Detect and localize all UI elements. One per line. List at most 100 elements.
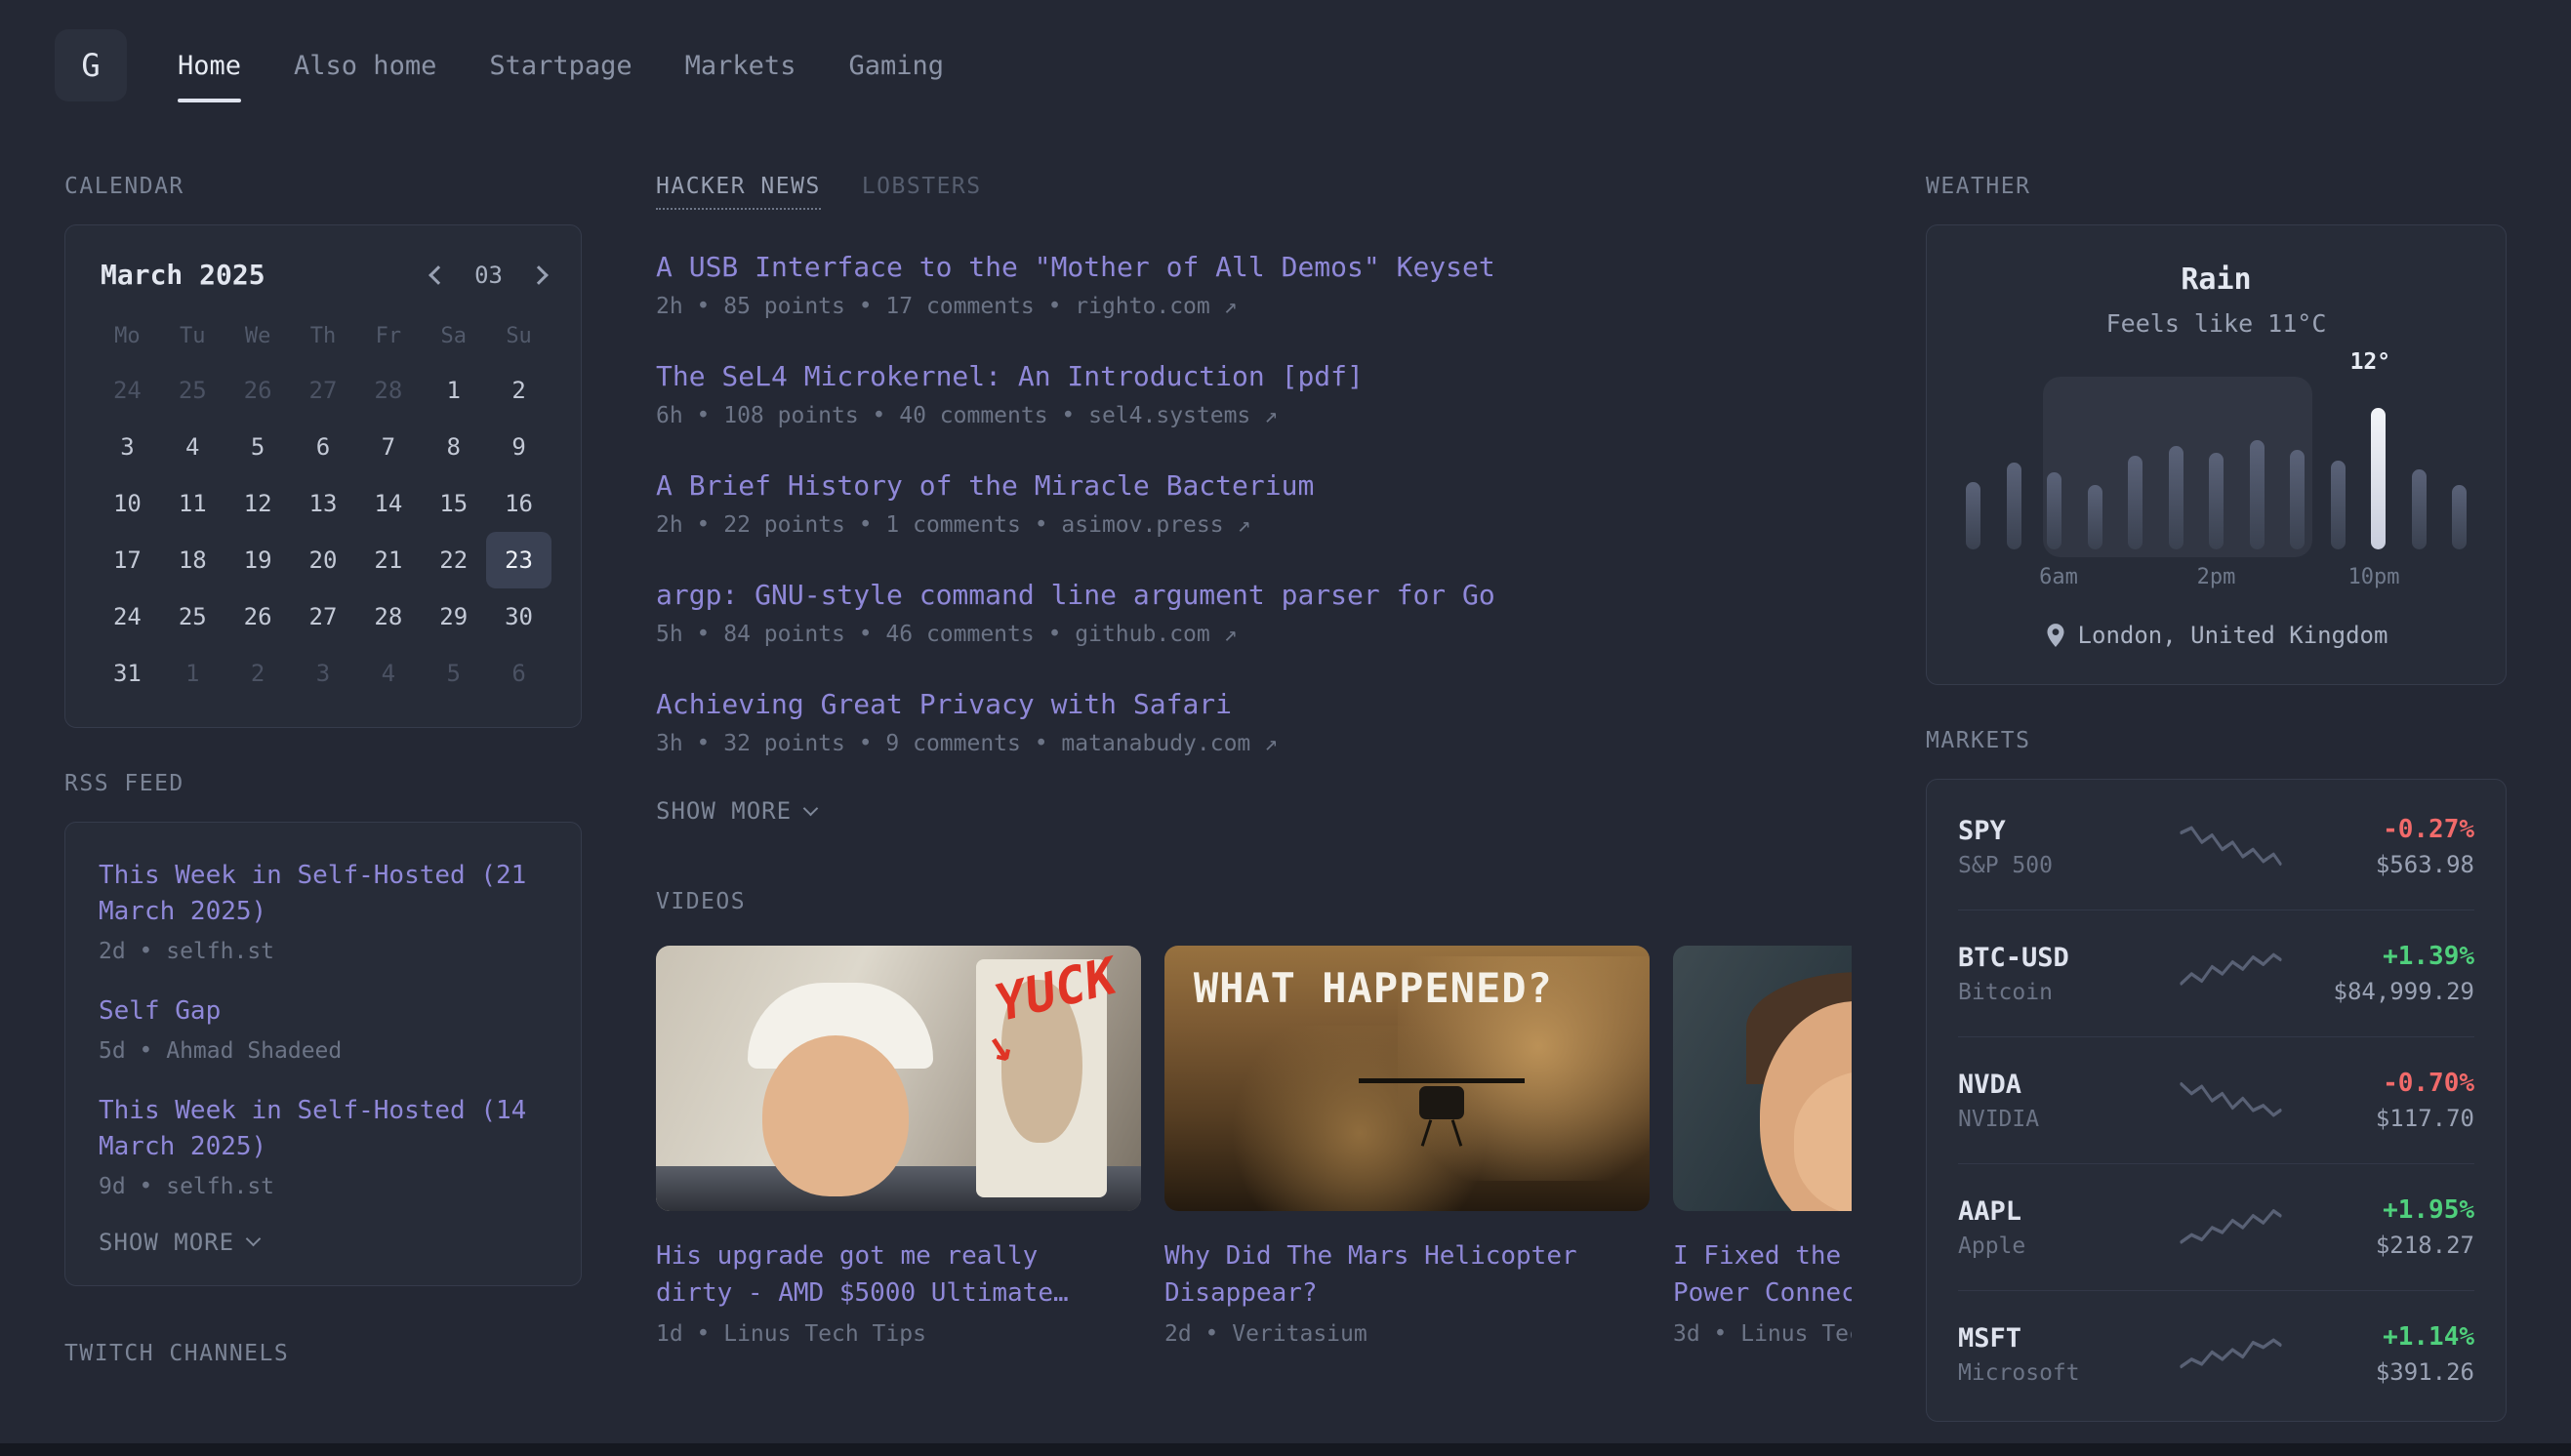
location-pin-icon: [2045, 623, 2066, 648]
video-card: YUCK ↘ His upgrade got me really dirty -…: [656, 946, 1141, 1347]
calendar-day: 31: [95, 645, 160, 702]
nav-tab-home[interactable]: Home: [178, 51, 241, 81]
market-row-btc-usd[interactable]: BTC-USD Bitcoin +1.39% $84,999.29: [1958, 910, 2474, 1036]
weather-bar: [2290, 450, 2305, 549]
market-price: $84,999.29: [2304, 978, 2474, 1005]
story-meta-text: 6h • 108 points • 40 comments • sel4.sys…: [656, 403, 1250, 428]
weather-location-text: London, United Kingdom: [2078, 622, 2388, 649]
calendar-day: 26: [225, 362, 291, 419]
calendar-day: 20: [291, 532, 356, 588]
video-meta: 3d • Linus Tec: [1673, 1321, 1852, 1347]
twitch-widget-label: TWITCH CHANNELS: [64, 1341, 582, 1366]
weather-time-label: 2pm: [2197, 565, 2236, 589]
story-meta: 2h • 22 points • 1 comments • asimov.pre…: [656, 512, 1852, 538]
story-meta: 2h • 85 points • 17 comments • righto.co…: [656, 294, 1852, 319]
calendar-day: 28: [355, 362, 421, 419]
tab-lobsters[interactable]: LOBSTERS: [862, 174, 982, 210]
story-item: Achieving Great Privacy with Safari 3h •…: [656, 688, 1852, 756]
feed-item: Self Gap 5d • Ahmad Shadeed: [99, 993, 548, 1064]
market-price: $218.27: [2304, 1232, 2474, 1259]
weather-condition: Rain: [1960, 263, 2472, 297]
story-link[interactable]: Achieving Great Privacy with Safari: [656, 688, 1852, 720]
story-link[interactable]: A USB Interface to the "Mother of All De…: [656, 251, 1852, 283]
feed-item-link[interactable]: This Week in Self-Hosted (14 March 2025): [99, 1093, 548, 1165]
video-title-line: I Fixed the 5: [1673, 1238, 1852, 1275]
calendar-day: 16: [486, 475, 551, 532]
calendar-day: 28: [355, 588, 421, 645]
video-thumbnail[interactable]: WHAT HAPPENED?: [1164, 946, 1650, 1211]
calendar-widget-label: CALENDAR: [64, 174, 582, 199]
window-bottom-edge: [0, 1443, 2571, 1456]
story-link[interactable]: The SeL4 Microkernel: An Introduction [p…: [656, 360, 1852, 392]
weekday-label: Sa: [421, 316, 486, 362]
story-item: argp: GNU-style command line argument pa…: [656, 579, 1852, 647]
nav-tabs: Home Also home Startpage Markets Gaming: [178, 51, 944, 81]
calendar-day: 5: [225, 419, 291, 475]
right-column: WEATHER Rain Feels like 11°C 12° 6am2pm1…: [1926, 131, 2507, 1441]
weather-time-label: 10pm: [2348, 565, 2400, 589]
market-price: $117.70: [2304, 1105, 2474, 1132]
feed-item-link[interactable]: This Week in Self-Hosted (21 March 2025): [99, 858, 548, 930]
nav-tab-also-home[interactable]: Also home: [294, 51, 436, 81]
market-row-spy[interactable]: SPY S&P 500 -0.27% $563.98: [1958, 784, 2474, 910]
weather-feels-like: Feels like 11°C: [1960, 309, 2472, 338]
calendar-day: 14: [355, 475, 421, 532]
weather-time-label: 6am: [2039, 565, 2078, 589]
nav-tab-markets[interactable]: Markets: [685, 51, 796, 81]
app-logo[interactable]: G: [55, 29, 127, 101]
sparkline-chart: [2180, 1074, 2282, 1127]
video-thumbnail[interactable]: YUCK ↘: [656, 946, 1141, 1211]
story-meta-text: 5h • 84 points • 46 comments • github.co…: [656, 622, 1210, 647]
calendar-prev-icon[interactable]: [428, 265, 448, 285]
weather-bar: [2452, 485, 2467, 549]
nav-tab-startpage[interactable]: Startpage: [489, 51, 632, 81]
calendar-day: 10: [95, 475, 160, 532]
market-name: Microsoft: [1958, 1360, 2158, 1386]
feed-item-link[interactable]: Self Gap: [99, 993, 548, 1030]
calendar-day: 22: [421, 532, 486, 588]
market-price: $563.98: [2304, 851, 2474, 878]
calendar-day: 27: [291, 588, 356, 645]
video-title-link[interactable]: His upgrade got me really dirty - AMD $5…: [656, 1238, 1141, 1312]
tab-hacker-news[interactable]: HACKER NEWS: [656, 174, 821, 210]
video-thumbnail[interactable]: DO T T: [1673, 946, 1852, 1211]
weather-bar: [2371, 408, 2386, 549]
calendar-day: 25: [160, 588, 225, 645]
calendar-day: 19: [225, 532, 291, 588]
video-title-line: His upgrade got me really: [656, 1238, 1141, 1275]
hn-show-more-button[interactable]: SHOW MORE: [656, 797, 816, 825]
story-item: The SeL4 Microkernel: An Introduction [p…: [656, 360, 1852, 428]
story-link[interactable]: argp: GNU-style command line argument pa…: [656, 579, 1852, 611]
feed-item: This Week in Self-Hosted (14 March 2025)…: [99, 1093, 548, 1199]
calendar-month-number: 03: [474, 262, 503, 289]
calendar-day: 2: [486, 362, 551, 419]
calendar-day: 9: [486, 419, 551, 475]
calendar-day: 4: [355, 645, 421, 702]
market-row-msft[interactable]: MSFT Microsoft +1.14% $391.26: [1958, 1290, 2474, 1417]
weather-bar: [2169, 446, 2183, 549]
hn-show-more-label: SHOW MORE: [656, 797, 792, 825]
calendar-day: 24: [95, 362, 160, 419]
story-item: A USB Interface to the "Mother of All De…: [656, 251, 1852, 319]
external-link-icon: ↗: [1237, 512, 1250, 538]
calendar-day: 8: [421, 419, 486, 475]
calendar-day: 12: [225, 475, 291, 532]
rss-show-more-button[interactable]: SHOW MORE: [99, 1229, 259, 1256]
feed-item-meta: 5d • Ahmad Shadeed: [99, 1038, 548, 1064]
video-title-link[interactable]: I Fixed the 5 Power Connect: [1673, 1238, 1852, 1312]
market-row-aapl[interactable]: AAPL Apple +1.95% $218.27: [1958, 1163, 2474, 1290]
calendar-day: 3: [95, 419, 160, 475]
calendar-header: March 2025 03: [95, 259, 551, 291]
calendar-day: 15: [421, 475, 486, 532]
video-title-link[interactable]: Why Did The Mars Helicopter Disappear?: [1164, 1238, 1650, 1312]
nav-tab-gaming[interactable]: Gaming: [848, 51, 944, 81]
market-change: -0.70%: [2304, 1069, 2474, 1098]
calendar-next-icon[interactable]: [529, 265, 549, 285]
sparkline-chart: [2180, 821, 2282, 873]
calendar-day-selected: 23: [486, 532, 551, 588]
story-link[interactable]: A Brief History of the Miracle Bacterium: [656, 469, 1852, 502]
calendar-day: 21: [355, 532, 421, 588]
calendar-day: 29: [421, 588, 486, 645]
market-row-nvda[interactable]: NVDA NVIDIA -0.70% $117.70: [1958, 1036, 2474, 1163]
markets-widget: SPY S&P 500 -0.27% $563.98 BTC-USD Bitco…: [1926, 779, 2507, 1422]
